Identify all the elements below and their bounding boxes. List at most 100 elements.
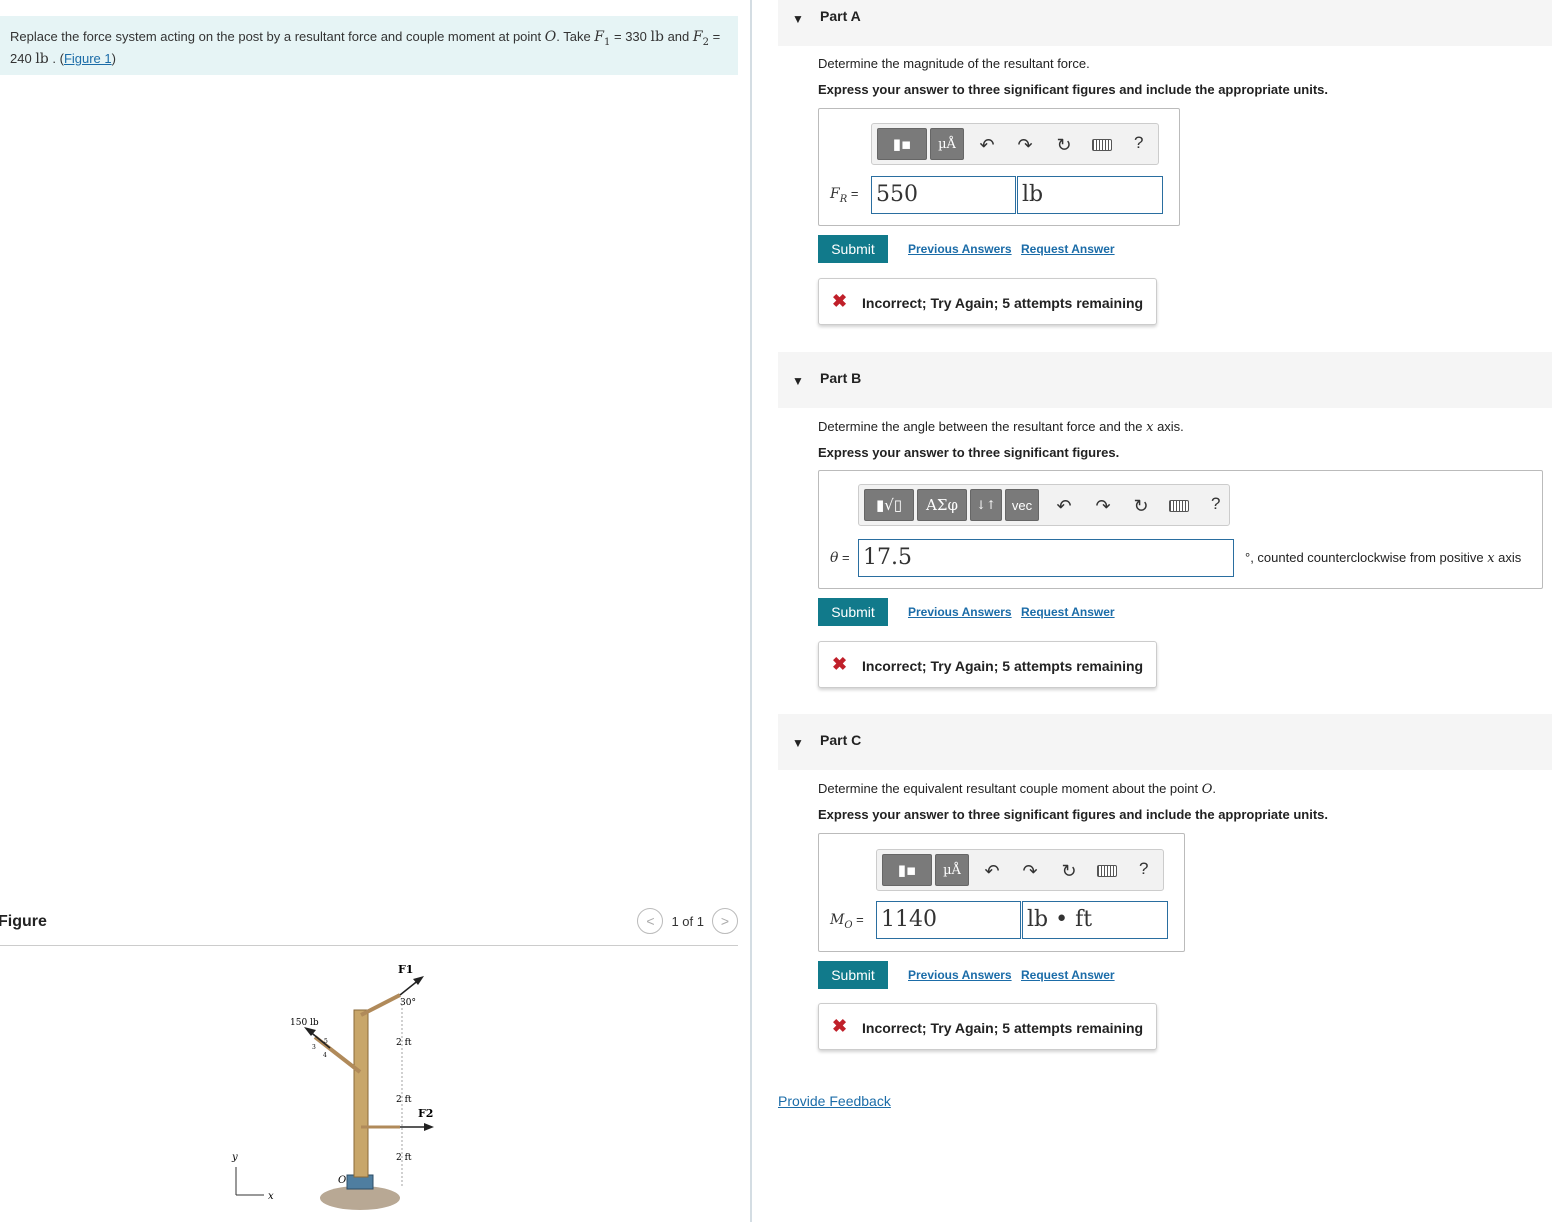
reset-icon[interactable]: ↻ [1053,134,1075,156]
incorrect-x-icon: ✖ [832,291,848,311]
figure-title: Figure [0,913,47,930]
part-b-request-answer-link[interactable]: Request Answer [1021,605,1115,619]
part-a-answer-box: ▮▪ µÅ ↶ ↷ ↻ ? FR = 550 lb [818,108,1180,226]
part-c-units-input[interactable]: lb • ft [1022,901,1168,939]
reset-icon[interactable]: ↻ [1058,860,1080,882]
part-c-header[interactable]: ▼ Part C [778,714,1552,770]
prev-figure-button[interactable]: < [637,908,664,934]
and-text: and [663,29,693,44]
f2-symbol: F2 [692,29,709,48]
help-icon[interactable]: ? [1211,494,1220,514]
help-icon[interactable]: ? [1139,859,1148,879]
part-a-units-input[interactable]: lb [1017,176,1163,214]
part-c-instruction: Express your answer to three significant… [818,807,1328,822]
angle-label: 30° [400,998,416,1008]
figure-header: Figure < 1 of 1 > [0,908,738,946]
f2-label: F2 [418,1107,433,1120]
part-b-submit-button[interactable]: Submit [818,598,888,626]
point-symbol: O [544,29,557,45]
part-a-feedback-message: Incorrect; Try Again; 5 attempts remaini… [862,295,1144,311]
vec-button[interactable]: vec [1005,489,1039,521]
figure-diagram: F1 30° 150 lb 5 3 4 F2 2 ft 2 ft 2 ft O … [231,963,434,1210]
f2-eq: = [708,29,721,44]
templates-button[interactable]: ▮▪ [877,128,927,160]
part-c-answer-box: ▮▪ µÅ ↶ ↷ ↻ ? MO = 1140 lb • ft [818,833,1185,952]
undo-icon[interactable]: ↶ [1053,495,1075,517]
greek-button[interactable]: ΑΣφ [917,489,967,521]
collapse-triangle-icon: ▼ [792,374,804,388]
dim-label-3: 2 ft [396,1153,412,1163]
keyboard-icon[interactable] [1092,139,1112,151]
part-b-value-input[interactable]: 17.5 [858,539,1234,577]
part-b-instruction: Express your answer to three significant… [818,445,1120,460]
part-a-feedback: ✖ Incorrect; Try Again; 5 attempts remai… [818,278,1157,325]
templates-sqrt-button[interactable]: ▮√▯ [864,489,914,521]
f2-value: 240 [10,50,36,66]
redo-icon[interactable]: ↷ [1092,495,1114,517]
part-a-previous-answers-link[interactable]: Previous Answers [908,242,1012,256]
post [353,1009,369,1178]
keyboard-icon[interactable] [1097,865,1117,877]
subscript-button[interactable]: ↓↑ [970,489,1002,521]
templates-icon: ▮▪ [897,861,917,879]
part-a-label: Part A [820,8,861,24]
templates-icon: ▮▪ [892,135,912,153]
problem-statement: Replace the force system acting on the p… [0,16,738,75]
redo-icon[interactable]: ↷ [1019,860,1041,882]
keyboard-icon[interactable] [1169,500,1189,512]
f1-unit: lb [650,29,664,45]
y-axis-label: y [231,1152,238,1163]
f2-unit: lb [35,50,49,67]
part-b-feedback-message: Incorrect; Try Again; 5 attempts remaini… [862,658,1144,674]
part-a-header[interactable]: ▼ Part A [778,0,1552,46]
part-a-value-input[interactable]: 550 [871,176,1016,214]
provide-feedback-link[interactable]: Provide Feedback [778,1093,891,1109]
f1-value: = 330 [610,29,651,44]
column-divider [750,0,752,1222]
incorrect-x-icon: ✖ [832,1016,848,1036]
part-c-submit-button[interactable]: Submit [818,961,888,989]
part-a-request-answer-link[interactable]: Request Answer [1021,242,1115,256]
chevron-right-icon: > [720,913,730,929]
x-axis-label: x [268,1191,274,1202]
origin-label: O [338,1175,346,1186]
part-c-feedback: ✖ Incorrect; Try Again; 5 attempts remai… [818,1003,1157,1050]
units-button[interactable]: µÅ [935,854,969,886]
tri-label-3: 3 [312,1044,316,1051]
part-b-feedback: ✖ Incorrect; Try Again; 5 attempts remai… [818,641,1157,688]
figure-page-count: 1 of 1 [671,913,704,929]
sqrt-template-icon: ▮√▯ [875,496,903,514]
part-a-instruction: Express your answer to three significant… [818,82,1328,97]
part-a-submit-button[interactable]: Submit [818,235,888,263]
dim-label-2: 2 ft [396,1095,412,1105]
f2-arrowhead [424,1123,434,1131]
undo-icon[interactable]: ↶ [981,860,1003,882]
tri-label-5: 5 [324,1038,328,1045]
part-b-label: Part B [820,370,862,386]
figure-nav: < 1 of 1 > [637,908,738,934]
part-c-request-answer-link[interactable]: Request Answer [1021,968,1115,982]
part-c-value-input[interactable]: 1140 [876,901,1021,939]
part-b-header[interactable]: ▼ Part B [778,352,1552,408]
part-c-toolbar: ▮▪ µÅ ↶ ↷ ↻ ? [876,849,1164,891]
part-b-variable: θ = [830,550,850,566]
units-button[interactable]: µÅ [930,128,964,160]
help-icon[interactable]: ? [1134,133,1143,153]
strut-150 [313,1035,362,1074]
part-b-answer-box: ▮√▯ ΑΣφ ↓↑ vec ↶ ↷ ↻ ? θ = 17.5 °, count… [818,470,1543,589]
after-text: . ( [48,50,64,66]
part-c-previous-answers-link[interactable]: Previous Answers [908,968,1012,982]
part-a-toolbar: ▮▪ µÅ ↶ ↷ ↻ ? [871,123,1159,165]
next-figure-button[interactable]: > [712,908,738,934]
part-a-question: Determine the magnitude of the resultant… [818,56,1090,71]
close-paren: ) [111,50,116,66]
problem-text: Replace the force system acting on the p… [10,29,545,44]
part-c-question: Determine the equivalent resultant coupl… [818,781,1217,797]
part-b-previous-answers-link[interactable]: Previous Answers [908,605,1012,619]
reset-icon[interactable]: ↻ [1130,495,1152,517]
figure-link[interactable]: Figure 1 [64,51,112,66]
templates-button[interactable]: ▮▪ [882,854,932,886]
redo-icon[interactable]: ↷ [1014,134,1036,156]
undo-icon[interactable]: ↶ [976,134,998,156]
dim-label-1: 2 ft [396,1038,412,1048]
